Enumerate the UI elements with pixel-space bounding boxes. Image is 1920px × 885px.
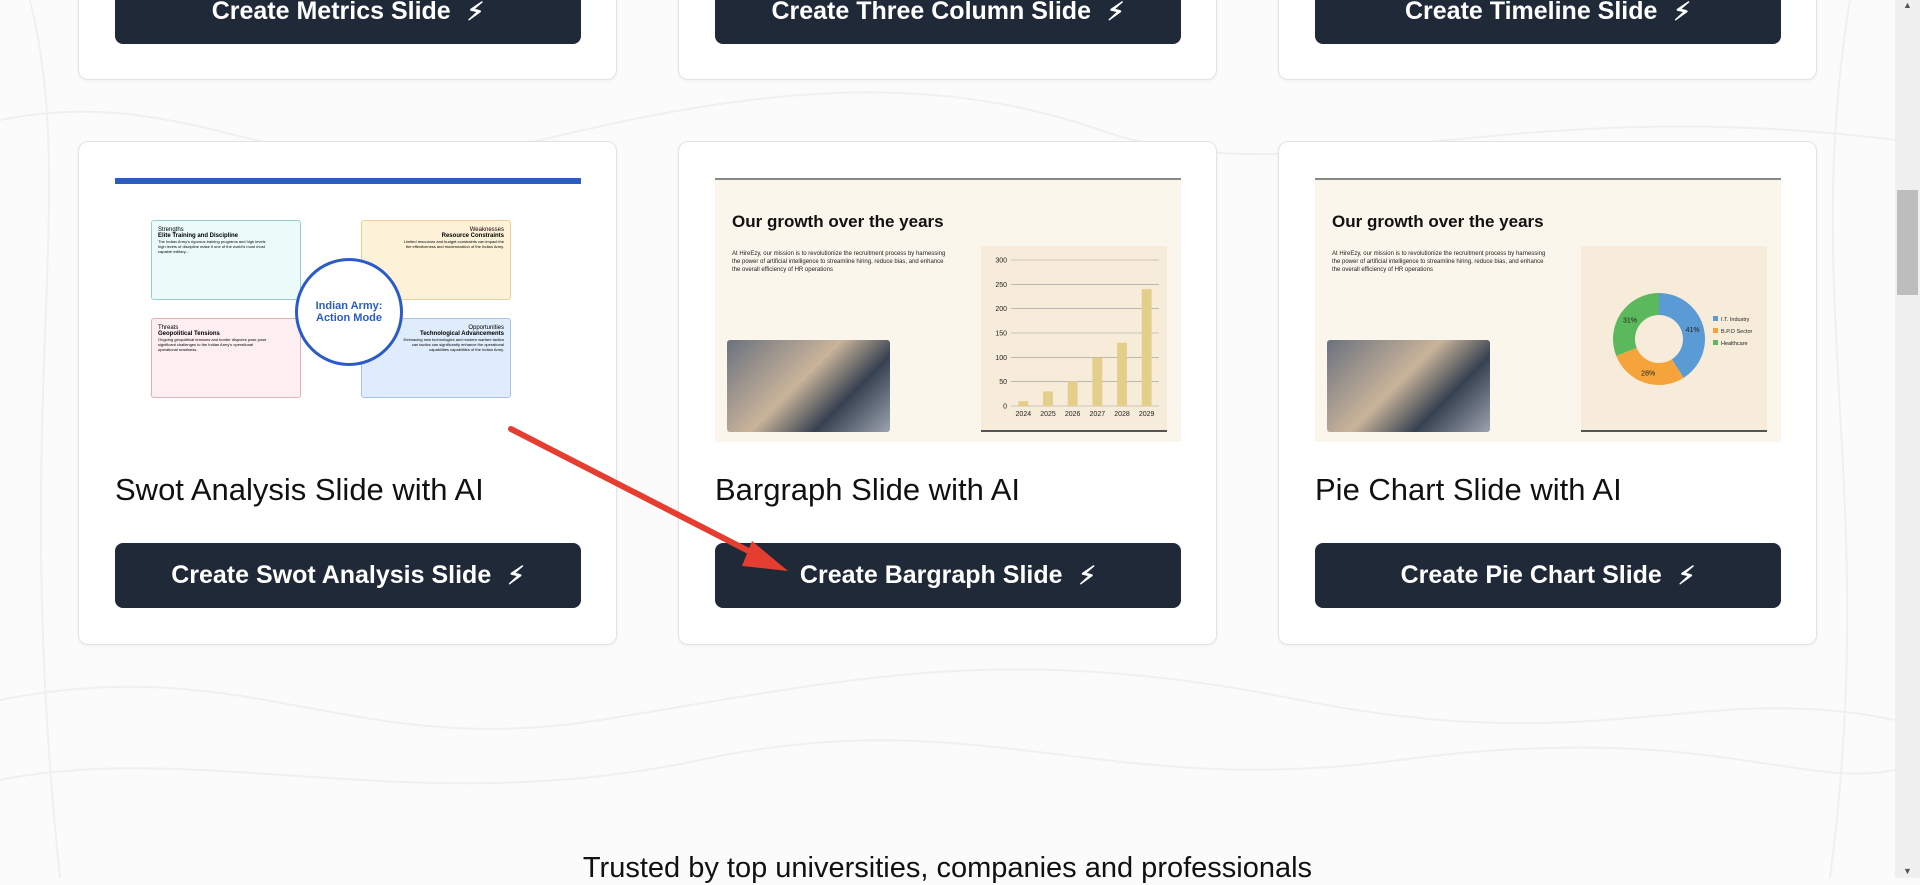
scrollbar[interactable]: ▲ ▼ <box>1895 0 1920 878</box>
scroll-up-icon[interactable]: ▲ <box>1895 0 1920 10</box>
trusted-heading: Trusted by top universities, companies a… <box>582 852 1313 884</box>
red-arrow-annotation <box>508 426 788 571</box>
scroll-down-icon[interactable]: ▼ <box>1895 866 1920 876</box>
scrollbar-thumb[interactable] <box>1897 190 1918 295</box>
